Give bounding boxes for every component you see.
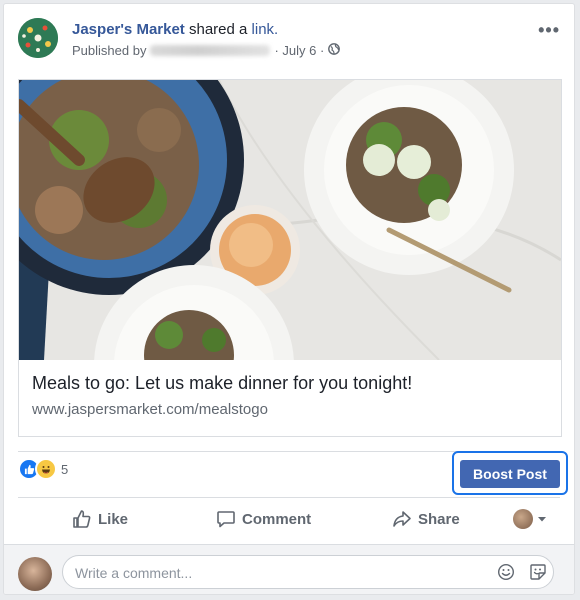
sticker-icon[interactable] bbox=[529, 563, 547, 586]
comment-label: Comment bbox=[242, 510, 312, 528]
comment-input[interactable]: Write a comment... bbox=[62, 555, 554, 589]
post-date[interactable]: · July 6 · bbox=[274, 43, 324, 58]
shared-link[interactable]: link. bbox=[252, 21, 279, 38]
share-label: Share bbox=[418, 510, 460, 528]
emoji-icon[interactable] bbox=[497, 563, 515, 586]
avatar bbox=[513, 509, 533, 529]
post-title-line: Jasper's Market shared a link. bbox=[72, 21, 278, 38]
reactions-summary[interactable]: 5 bbox=[18, 458, 68, 480]
link-preview[interactable]: Meals to go: Let us make dinner for you … bbox=[18, 79, 562, 437]
publisher-name-blurred bbox=[150, 45, 271, 56]
published-by-label: Published by bbox=[72, 43, 147, 58]
comment-icon bbox=[217, 511, 235, 528]
globe-icon[interactable] bbox=[328, 43, 341, 58]
action-text: shared a bbox=[188, 21, 248, 38]
like-button[interactable]: Like bbox=[72, 509, 128, 529]
post-meta: Published by · July 6 · bbox=[72, 43, 341, 58]
post-card: Jasper's Market shared a link. Published… bbox=[3, 3, 575, 595]
comment-placeholder: Write a comment... bbox=[75, 565, 193, 581]
share-button[interactable]: Share bbox=[392, 509, 460, 529]
like-label: Like bbox=[98, 510, 129, 528]
thumbs-up-icon bbox=[73, 510, 91, 528]
boost-highlight: Boost Post bbox=[452, 451, 568, 495]
preview-image[interactable] bbox=[19, 80, 561, 360]
page-name-link[interactable]: Jasper's Market bbox=[72, 21, 185, 38]
comment-composer: Write a comment... bbox=[4, 544, 574, 594]
boost-post-button[interactable]: Boost Post bbox=[460, 460, 560, 488]
more-options-icon[interactable]: ••• bbox=[538, 20, 560, 41]
audience-selector[interactable] bbox=[513, 509, 548, 529]
avatar[interactable] bbox=[18, 557, 52, 591]
haha-icon bbox=[35, 458, 57, 480]
reaction-count[interactable]: 5 bbox=[61, 462, 68, 477]
preview-domain: www.jaspersmarket.com/mealstogo bbox=[32, 401, 268, 418]
post-header: Jasper's Market shared a link. Published… bbox=[18, 18, 560, 68]
divider bbox=[18, 497, 560, 498]
page-avatar[interactable] bbox=[18, 18, 58, 58]
share-icon bbox=[393, 511, 411, 527]
chevron-down-icon bbox=[538, 517, 546, 522]
post-actions-bar: Like Comment Share bbox=[18, 500, 560, 540]
preview-title[interactable]: Meals to go: Let us make dinner for you … bbox=[32, 373, 412, 394]
comment-button[interactable]: Comment bbox=[216, 509, 311, 529]
